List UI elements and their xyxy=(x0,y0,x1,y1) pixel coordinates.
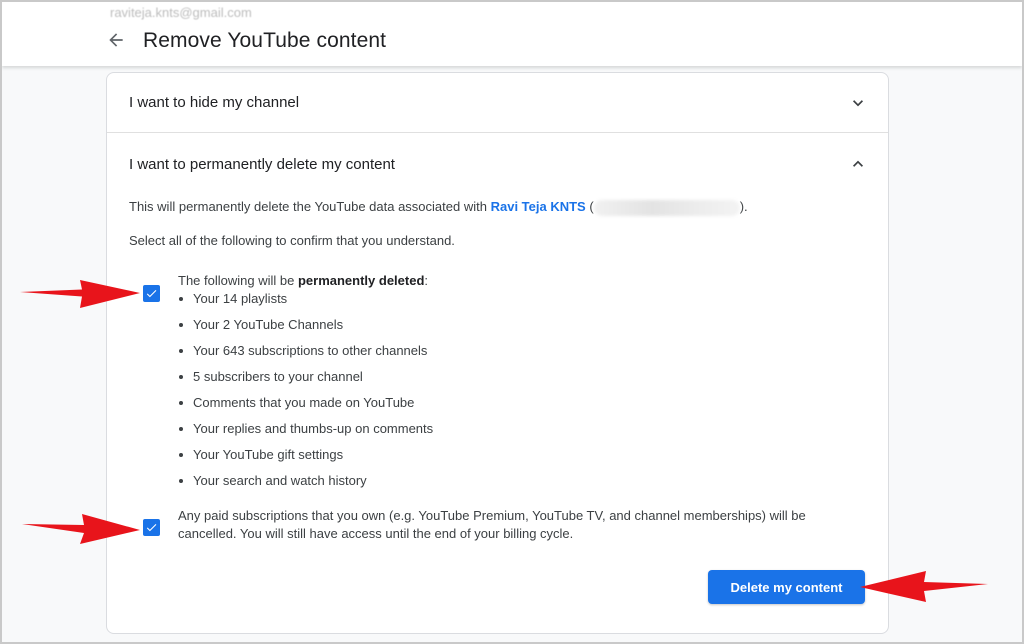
delete-content-section-header[interactable]: I want to permanently delete my content xyxy=(107,134,888,194)
options-card: I want to hide my channel I want to perm… xyxy=(106,72,889,634)
top-app-bar: raviteja.knts@gmail.com Remove YouTube c… xyxy=(2,2,1022,66)
permanently-deleted-checkbox[interactable] xyxy=(143,285,160,302)
paid-subscriptions-checkbox[interactable] xyxy=(143,519,160,536)
redacted-email xyxy=(593,199,740,216)
page-title: Remove YouTube content xyxy=(143,29,387,52)
intro-prefix: This will permanently delete the YouTube… xyxy=(129,199,487,214)
permanently-deleted-label: The following will be permanently delete… xyxy=(178,272,428,290)
list-item: Your search and watch history xyxy=(178,472,433,498)
chevron-up-icon xyxy=(853,160,863,167)
list-item: Your 2 YouTube Channels xyxy=(178,316,433,342)
list-item: Comments that you made on YouTube xyxy=(178,394,433,420)
hide-channel-label: I want to hide my channel xyxy=(129,94,300,111)
annotation-arrow-icon xyxy=(860,571,988,602)
list-item: Your 14 playlists xyxy=(178,290,433,316)
back-button[interactable] xyxy=(102,26,130,54)
channel-name-link[interactable]: Ravi Teja KNTS xyxy=(491,199,586,214)
paren-close: ). xyxy=(739,199,748,214)
checkmark-icon xyxy=(146,524,157,532)
delete-content-label: I want to permanently delete my content xyxy=(129,155,395,173)
chevron-down-icon xyxy=(853,99,863,106)
arrow-back-icon xyxy=(109,33,123,47)
list-item: 5 subscribers to your channel xyxy=(178,368,433,394)
paid-subscriptions-line1: Any paid subscriptions that you own (e.g… xyxy=(178,508,806,523)
delete-my-content-button[interactable]: Delete my content xyxy=(708,570,865,604)
account-email: raviteja.knts@gmail.com xyxy=(110,5,252,20)
paid-subscriptions-label: Any paid subscriptions that you own (e.g… xyxy=(178,507,806,543)
list-item: Your 643 subscriptions to other channels xyxy=(178,342,433,368)
checkbox1-bold: permanently deleted xyxy=(297,273,425,288)
hide-channel-section-header[interactable]: I want to hide my channel xyxy=(107,73,888,133)
list-item: Your YouTube gift settings xyxy=(178,446,433,472)
checkbox1-suffix: : xyxy=(424,273,429,288)
confirm-instructions: Select all of the following to confirm t… xyxy=(129,233,455,248)
annotation-arrow-icon xyxy=(20,280,140,308)
list-item: Your replies and thumbs-up on comments xyxy=(178,420,433,446)
deleted-items-list: Your 14 playlists Your 2 YouTube Channel… xyxy=(178,290,433,498)
checkmark-icon xyxy=(146,290,157,298)
checkbox1-lead: The following will be xyxy=(178,273,295,288)
annotation-arrow-icon xyxy=(22,514,140,544)
paid-subscriptions-line2: cancelled. You will still have access un… xyxy=(178,526,574,541)
delete-intro-text: This will permanently delete the YouTube… xyxy=(129,199,748,216)
